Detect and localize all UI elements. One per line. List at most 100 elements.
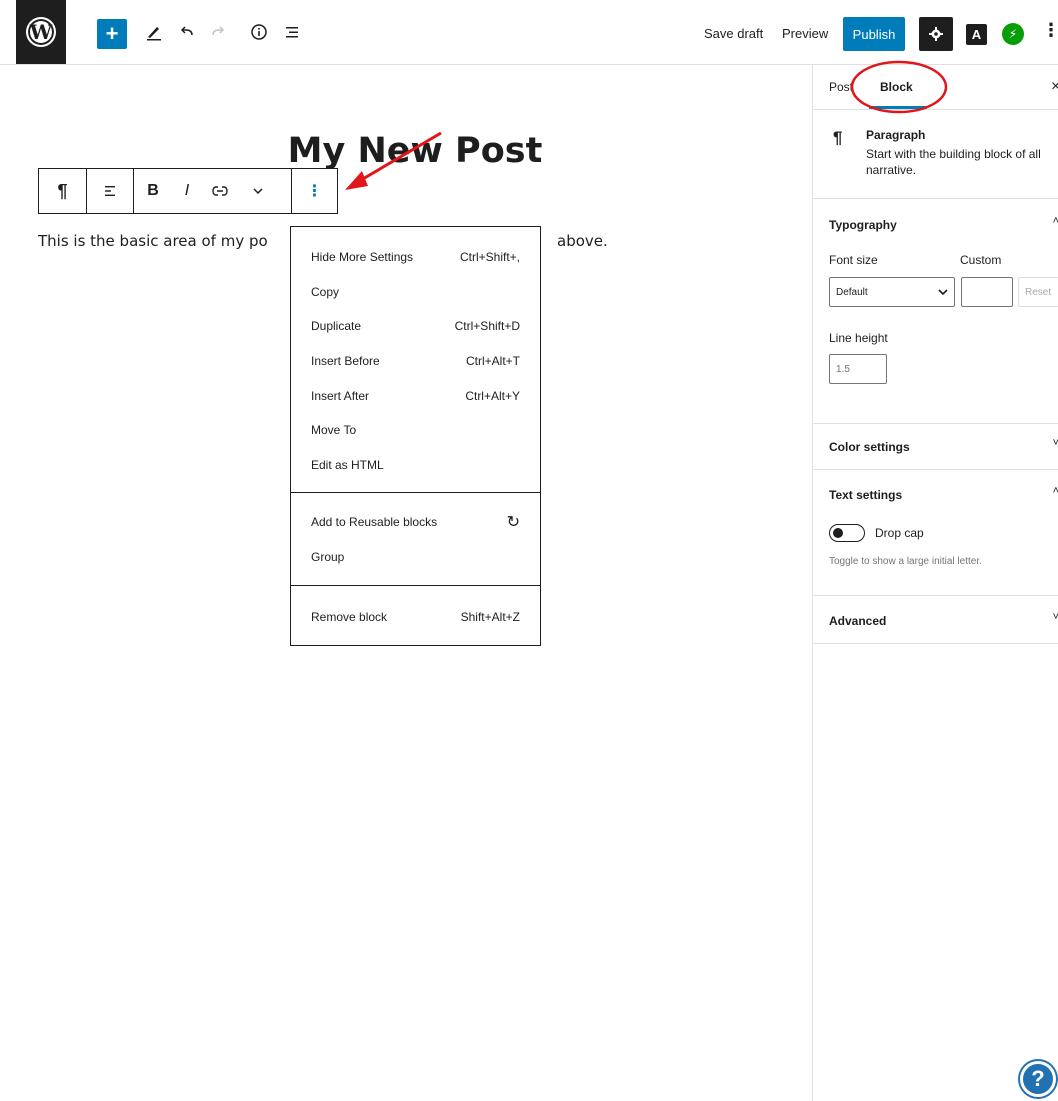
reset-font-size-button[interactable]: Reset	[1018, 277, 1058, 307]
color-settings-heading[interactable]: Color settings	[829, 440, 910, 454]
wordpress-logo-button[interactable]: W	[16, 0, 66, 64]
a-plugin-button[interactable]: A	[966, 24, 987, 45]
menu-item-insert-before[interactable]: Insert Before Ctrl+Alt+T	[311, 351, 520, 371]
sidebar-tabs: Post Block ×	[813, 65, 1058, 110]
block-type-button[interactable]: ¶	[39, 169, 86, 213]
tab-post[interactable]: Post	[829, 80, 853, 94]
add-block-button[interactable]: +	[97, 19, 127, 49]
drop-cap-label: Drop cap	[875, 526, 924, 540]
editor-canvas: My New Post ¶ B I ⋮ This is the basic ar…	[0, 65, 812, 1101]
menu-item-remove-block[interactable]: Remove block Shift+Alt+Z	[311, 607, 520, 627]
details-button[interactable]	[246, 18, 272, 46]
menu-item-label: Edit as HTML	[311, 458, 384, 472]
menu-item-label: Hide More Settings	[311, 250, 414, 264]
align-left-icon	[105, 186, 115, 196]
text-settings-heading[interactable]: Text settings	[829, 488, 902, 502]
chevron-down-icon[interactable]: ˅	[1053, 611, 1058, 623]
menu-item-label: Add to Reusable blocks	[311, 515, 438, 529]
link-icon	[212, 186, 228, 196]
reusable-block-icon: ↻	[506, 514, 520, 531]
undo-button[interactable]	[174, 18, 200, 46]
chevron-up-icon[interactable]: ˄	[1053, 485, 1058, 497]
menu-item-label: Duplicate	[311, 319, 362, 333]
align-button[interactable]	[87, 169, 133, 213]
preview-button[interactable]: Preview	[782, 26, 828, 41]
menu-item-copy[interactable]: Copy	[311, 282, 520, 302]
more-rich-text-button[interactable]	[238, 169, 278, 213]
info-icon	[251, 24, 267, 40]
edit-tools-button[interactable]	[141, 18, 167, 46]
paragraph-block[interactable]: This is the basic area of my po above.	[38, 232, 608, 250]
settings-sidebar: Post Block × ¶ Paragraph Start with the …	[812, 65, 1058, 1101]
redo-button[interactable]	[205, 18, 231, 46]
font-size-label: Font size	[829, 253, 878, 267]
italic-button[interactable]: I	[172, 169, 202, 213]
menu-item-shortcut: Ctrl+Alt+T	[465, 354, 520, 368]
line-height-input[interactable]: 1.5	[829, 354, 887, 384]
block-options-menu: Hide More Settings Ctrl+Shift+, Copy Dup…	[290, 226, 541, 646]
toggle-knob	[833, 528, 843, 538]
jetpack-button[interactable]: ⚡	[1002, 23, 1024, 45]
help-button[interactable]: ?	[1020, 1061, 1056, 1097]
chevron-down-icon	[938, 289, 948, 296]
gear-icon	[929, 27, 943, 41]
typography-panel: Typography ˄ Font size Custom Default Re…	[813, 199, 1058, 424]
menu-divider	[291, 585, 540, 586]
menu-item-duplicate[interactable]: Duplicate Ctrl+Shift+D	[311, 316, 520, 336]
block-toolbar: ¶ B I ⋮	[38, 168, 338, 214]
block-name: Paragraph	[866, 128, 926, 142]
close-sidebar-button[interactable]: ×	[1051, 78, 1058, 96]
menu-item-shortcut: Ctrl+Shift+,	[459, 250, 520, 264]
menu-item-insert-after[interactable]: Insert After Ctrl+Alt+Y	[311, 386, 520, 406]
chevron-down-icon[interactable]: ˅	[1053, 437, 1058, 449]
menu-item-shortcut: Ctrl+Alt+Y	[465, 389, 520, 403]
question-icon: ?	[1031, 1066, 1045, 1091]
menu-item-add-to-reusable[interactable]: Add to Reusable blocks ↻	[311, 512, 520, 532]
paragraph-icon: ¶	[833, 128, 843, 147]
paragraph-icon: ¶	[57, 180, 68, 201]
block-options-button[interactable]: ⋮	[292, 169, 337, 213]
drop-cap-help: Toggle to show a large initial letter.	[829, 556, 982, 567]
tab-block[interactable]: Block	[880, 80, 913, 94]
chevron-down-icon	[253, 188, 263, 195]
menu-item-shortcut: Ctrl+Shift+D	[454, 319, 520, 333]
advanced-panel: Advanced ˅	[813, 596, 1058, 644]
publish-button[interactable]: Publish	[843, 17, 905, 51]
settings-button[interactable]	[919, 17, 953, 51]
menu-item-edit-as-html[interactable]: Edit as HTML	[311, 455, 520, 475]
save-draft-button[interactable]: Save draft	[704, 26, 763, 41]
block-description-line1: Start with the building block of all	[866, 147, 1041, 161]
list-view-button[interactable]	[279, 18, 305, 46]
menu-divider	[291, 492, 540, 493]
menu-item-label: Remove block	[311, 610, 388, 624]
wordpress-logo-icon: W	[26, 17, 56, 47]
drop-cap-toggle[interactable]	[829, 524, 865, 542]
menu-item-group[interactable]: Group	[311, 547, 520, 567]
jetpack-icon: ⚡	[1008, 27, 1018, 41]
undo-icon	[180, 26, 193, 36]
menu-item-hide-more-settings[interactable]: Hide More Settings Ctrl+Shift+,	[311, 247, 520, 267]
text-settings-panel: Text settings ˄ Drop cap Toggle to show …	[813, 470, 1058, 596]
menu-item-label: Insert After	[311, 389, 370, 403]
paragraph-text-end: above.	[557, 232, 608, 250]
color-settings-panel: Color settings ˅	[813, 424, 1058, 470]
line-height-label: Line height	[829, 331, 888, 345]
menu-item-shortcut: Shift+Alt+Z	[460, 610, 520, 624]
tab-active-indicator	[869, 106, 927, 109]
custom-font-size-input[interactable]	[961, 277, 1013, 307]
menu-item-label: Move To	[311, 423, 357, 437]
more-options-button[interactable]: ⋮	[1042, 20, 1058, 41]
menu-item-label: Group	[311, 550, 345, 564]
typography-heading[interactable]: Typography	[829, 218, 897, 232]
menu-item-label: Copy	[311, 285, 340, 299]
link-button[interactable]	[202, 169, 238, 213]
chevron-up-icon[interactable]: ˄	[1053, 215, 1058, 227]
bold-button[interactable]: B	[134, 169, 172, 213]
custom-label: Custom	[960, 253, 1002, 267]
pencil-icon	[147, 27, 161, 41]
font-size-select[interactable]: Default	[829, 277, 955, 307]
advanced-heading[interactable]: Advanced	[829, 614, 886, 628]
editor-header: W + Save draft Preview Publish A ⚡ ⋮	[0, 0, 1058, 65]
menu-item-move-to[interactable]: Move To	[311, 420, 520, 440]
post-title[interactable]: My New Post	[0, 131, 830, 171]
